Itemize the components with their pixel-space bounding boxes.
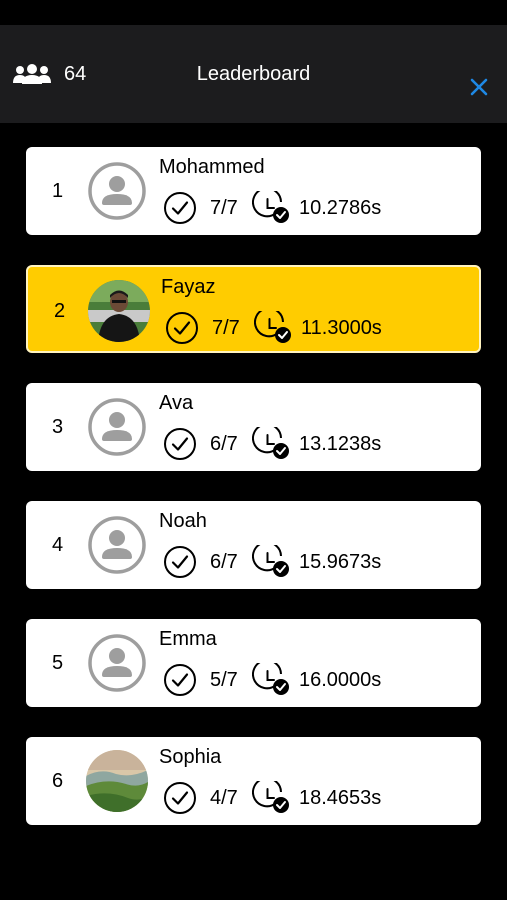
clock-check-icon — [252, 427, 289, 459]
status-bar-area — [0, 0, 507, 25]
avatar — [86, 160, 148, 222]
time-value: 18.4653s — [299, 786, 382, 809]
time-value: 16.0000s — [299, 668, 382, 691]
rank-number: 5 — [52, 652, 64, 674]
rank-number: 4 — [52, 534, 64, 556]
player-name: Ava — [159, 392, 194, 414]
leaderboard-row[interactable]: 4 Noah 6/7 15.9673s — [26, 501, 481, 589]
rank-number: 6 — [52, 770, 64, 792]
clock-check-icon — [252, 781, 289, 813]
player-stats: 6/7 13.1238s — [163, 427, 381, 461]
leaderboard-list: 1 Mohammed 7/7 10.2786s 2 Fayaz 7/7 11.3… — [26, 147, 481, 855]
player-name: Mohammed — [159, 156, 265, 178]
rank-number: 3 — [52, 416, 64, 438]
player-stats: 5/7 16.0000s — [163, 663, 381, 697]
score-value: 4/7 — [210, 786, 238, 809]
player-name: Sophia — [159, 746, 222, 768]
player-stats: 7/7 10.2786s — [163, 191, 381, 225]
leaderboard-row[interactable]: 2 Fayaz 7/7 11.3000s — [26, 265, 481, 353]
time-value: 15.9673s — [299, 550, 382, 573]
time-value: 11.3000s — [301, 316, 382, 339]
avatar — [86, 514, 148, 576]
leaderboard-row[interactable]: 3 Ava 6/7 13.1238s — [26, 383, 481, 471]
player-name: Fayaz — [161, 276, 216, 298]
score-value: 7/7 — [210, 196, 238, 219]
score-value: 6/7 — [210, 432, 238, 455]
leaderboard-row[interactable]: 6 Sophia 4/7 18.4653s — [26, 737, 481, 825]
player-stats: 7/7 11.3000s — [165, 311, 382, 345]
clock-check-icon — [252, 545, 289, 577]
time-value: 13.1238s — [299, 432, 382, 455]
avatar — [86, 750, 148, 812]
check-circle-icon — [164, 664, 196, 696]
avatar — [88, 280, 150, 342]
default-avatar-icon — [88, 398, 146, 456]
close-icon — [470, 78, 488, 96]
check-circle-icon — [164, 428, 196, 460]
user-photo-avatar — [88, 280, 150, 342]
player-name: Noah — [159, 510, 207, 532]
clock-check-icon — [252, 663, 289, 695]
clock-check-icon — [252, 191, 289, 223]
avatar — [86, 632, 148, 694]
score-value: 6/7 — [210, 550, 238, 573]
score-value: 5/7 — [210, 668, 238, 691]
rank-number: 1 — [52, 180, 64, 202]
player-name: Emma — [159, 628, 217, 650]
leaderboard-row[interactable]: 5 Emma 5/7 16.0000s — [26, 619, 481, 707]
avatar — [86, 396, 148, 458]
page-title: Leaderboard — [196, 63, 311, 85]
check-circle-icon — [164, 192, 196, 224]
check-circle-icon — [164, 782, 196, 814]
header-bar: 64 Leaderboard — [0, 25, 507, 123]
close-button[interactable] — [469, 77, 489, 97]
time-value: 10.2786s — [299, 196, 382, 219]
rank-number: 2 — [54, 300, 66, 322]
player-stats: 4/7 18.4653s — [163, 781, 381, 815]
landscape-photo-avatar — [86, 750, 148, 812]
score-value: 7/7 — [212, 316, 240, 339]
player-stats: 6/7 15.9673s — [163, 545, 381, 579]
default-avatar-icon — [88, 634, 146, 692]
check-circle-icon — [166, 312, 198, 344]
default-avatar-icon — [88, 516, 146, 574]
leaderboard-row[interactable]: 1 Mohammed 7/7 10.2786s — [26, 147, 481, 235]
check-circle-icon — [164, 546, 196, 578]
clock-check-icon — [254, 311, 291, 343]
default-avatar-icon — [88, 162, 146, 220]
